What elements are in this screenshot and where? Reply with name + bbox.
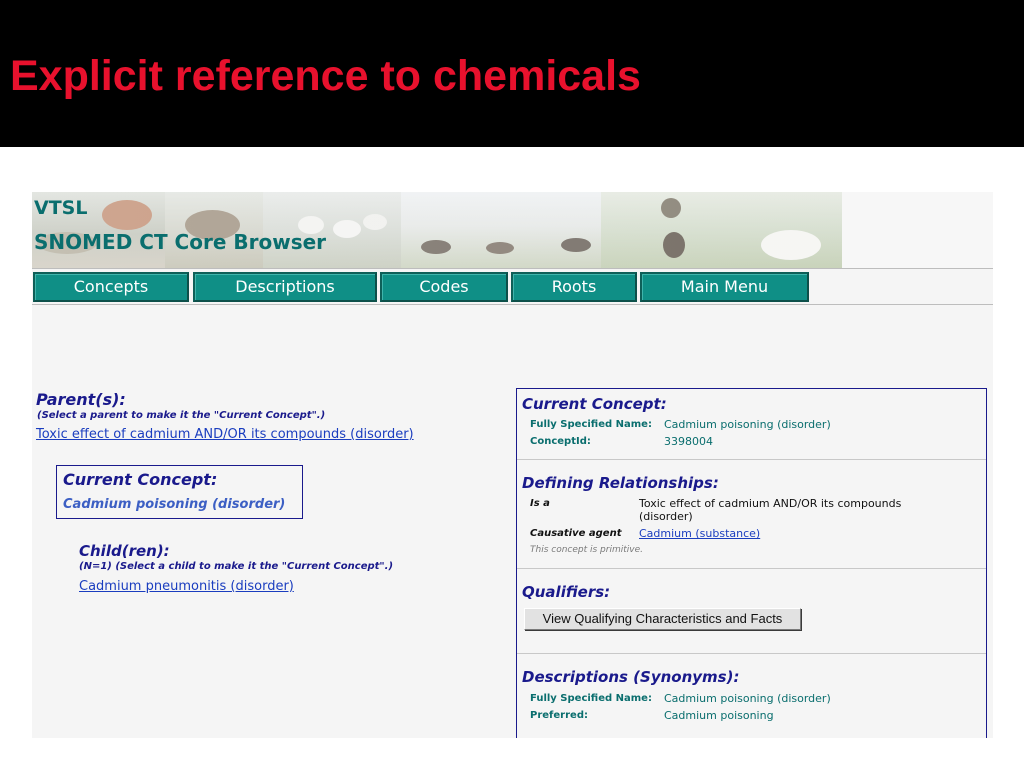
current-concept-box-label: Current Concept: xyxy=(63,470,218,489)
nav-descriptions-button[interactable]: Descriptions xyxy=(193,272,377,302)
section-divider xyxy=(517,568,986,569)
fsn-value: Cadmium poisoning (disorder) xyxy=(664,418,831,431)
view-qualifying-characteristics-button[interactable]: View Qualifying Characteristics and Fact… xyxy=(524,608,801,630)
concept-id-label: ConceptId: xyxy=(530,436,591,447)
nav-codes-button[interactable]: Codes xyxy=(380,272,508,302)
parents-heading: Parent(s): xyxy=(36,390,126,409)
current-concept-box-value: Cadmium poisoning (disorder) xyxy=(63,497,286,512)
snomed-browser-window: VTSL SNOMED CT Core Browser Concepts Des… xyxy=(32,192,993,738)
current-concept-box: Current Concept: Cadmium poisoning (diso… xyxy=(56,465,303,519)
nav-divider-bottom xyxy=(32,304,993,305)
relationship-is-a-label: Is a xyxy=(530,498,550,509)
slide-title: Explicit reference to chemicals xyxy=(10,52,641,100)
primitive-note: This concept is primitive. xyxy=(530,545,643,555)
preferred-value: Cadmium poisoning xyxy=(664,709,774,722)
relationship-causative-agent-label: Causative agent xyxy=(530,528,622,539)
section-divider xyxy=(517,459,986,460)
descriptions-heading: Descriptions (Synonyms): xyxy=(522,668,740,686)
relationship-is-a-value: Toxic effect of cadmium AND/OR its compo… xyxy=(639,497,902,523)
defining-relationships-heading: Defining Relationships: xyxy=(522,474,719,492)
section-divider xyxy=(517,653,986,654)
description-fsn-value: Cadmium poisoning (disorder) xyxy=(664,692,831,705)
parent-concept-link[interactable]: Toxic effect of cadmium AND/OR its compo… xyxy=(36,427,414,442)
children-heading: Child(ren): xyxy=(79,542,170,560)
nav-concepts-button[interactable]: Concepts xyxy=(33,272,189,302)
nav-main-menu-button[interactable]: Main Menu xyxy=(640,272,809,302)
description-fsn-label: Fully Specified Name: xyxy=(530,693,652,704)
causative-agent-link[interactable]: Cadmium (substance) xyxy=(639,527,760,540)
browser-banner: VTSL SNOMED CT Core Browser xyxy=(32,192,993,268)
browser-title: SNOMED CT Core Browser xyxy=(34,230,327,254)
children-note: (N=1) (Select a child to make it the "Cu… xyxy=(79,561,394,572)
nav-divider-top xyxy=(32,268,993,269)
vtsl-brand: VTSL xyxy=(34,197,88,219)
concept-id-value: 3398004 xyxy=(664,435,713,448)
nav-roots-button[interactable]: Roots xyxy=(511,272,637,302)
current-concept-heading: Current Concept: xyxy=(522,395,667,413)
parents-note: (Select a parent to make it the "Current… xyxy=(37,410,326,421)
child-concept-link[interactable]: Cadmium pneumonitis (disorder) xyxy=(79,579,294,594)
fsn-label: Fully Specified Name: xyxy=(530,419,652,430)
concept-details-panel: Current Concept: Fully Specified Name: C… xyxy=(516,388,987,738)
slide-header: Explicit reference to chemicals xyxy=(0,0,1024,147)
qualifiers-heading: Qualifiers: xyxy=(522,583,611,601)
preferred-label: Preferred: xyxy=(530,710,588,721)
